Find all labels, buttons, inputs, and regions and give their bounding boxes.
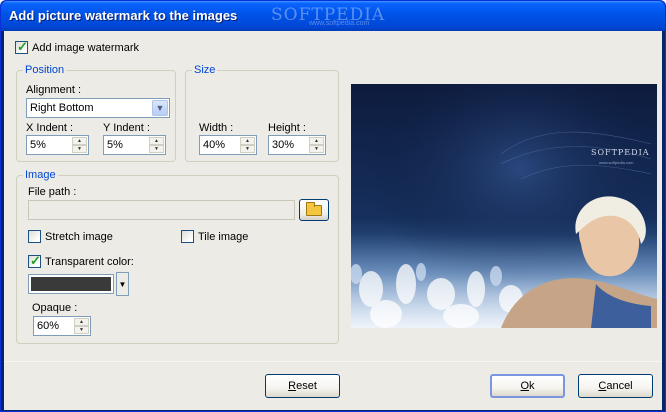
spin-up-icon[interactable]: ▲: [309, 137, 324, 145]
x-indent-spinner[interactable]: 5% ▲ ▼: [26, 135, 89, 155]
transparent-color-label: Transparent color:: [45, 255, 134, 268]
height-value: 30%: [272, 139, 295, 151]
alignment-value: Right Bottom: [30, 102, 94, 114]
dropdown-arrow-icon[interactable]: ▼: [116, 272, 129, 296]
ok-mnemonic: O: [520, 380, 530, 392]
add-watermark-checkbox[interactable]: ✓ Add image watermark: [15, 39, 139, 54]
reset-mnemonic: R: [288, 380, 297, 392]
spin-down-icon[interactable]: ▼: [240, 145, 255, 153]
dropdown-arrow-icon[interactable]: ▼: [152, 100, 168, 116]
window-title: Add picture watermark to the images: [9, 8, 238, 23]
preview-image: SOFTPEDIA www.softpedia.com: [351, 84, 657, 328]
reset-button[interactable]: Reset: [265, 374, 340, 398]
checkbox-box: [181, 230, 194, 243]
y-indent-label: Y Indent :: [103, 122, 150, 134]
x-indent-value: 5%: [30, 139, 46, 151]
position-group: Position Alignment : Right Bottom ▼ X In…: [16, 64, 176, 162]
tile-image-label: Tile image: [198, 230, 249, 243]
checkbox-box: ✓: [15, 39, 28, 54]
spin-up-icon[interactable]: ▲: [72, 137, 87, 145]
spin-down-icon[interactable]: ▼: [149, 145, 164, 153]
transparent-color-checkbox[interactable]: ✓ Transparent color:: [28, 253, 134, 268]
spin-up-icon[interactable]: ▲: [74, 318, 89, 326]
opaque-value: 60%: [37, 320, 60, 332]
width-spinner[interactable]: 40% ▲ ▼: [199, 135, 257, 155]
title-watermark-sub: www.softpedia.com: [309, 20, 370, 27]
alignment-label: Alignment :: [26, 84, 82, 96]
spin-down-icon[interactable]: ▼: [74, 326, 89, 334]
spin-up-icon[interactable]: ▲: [240, 137, 255, 145]
preview-illustration: SOFTPEDIA www.softpedia.com: [351, 84, 657, 328]
ok-rest: k: [529, 380, 535, 392]
preview-watermark-text: SOFTPEDIA: [591, 148, 650, 157]
file-path-input[interactable]: [28, 200, 295, 220]
add-watermark-label: Add image watermark: [32, 41, 139, 54]
folder-icon: [306, 201, 322, 216]
x-indent-label: X Indent :: [26, 122, 74, 134]
cancel-button-label: Cancel: [598, 380, 632, 392]
y-indent-value: 5%: [107, 139, 123, 151]
browse-button[interactable]: [299, 199, 329, 221]
title-bar[interactable]: Add picture watermark to the images SOFT…: [1, 1, 665, 31]
transparent-color-picker[interactable]: [28, 274, 114, 294]
y-indent-spinner[interactable]: 5% ▲ ▼: [103, 135, 166, 155]
position-group-title: Position: [23, 64, 67, 76]
image-group: Image File path : Stretch image Tile ima…: [16, 169, 339, 344]
reset-rest: eset: [296, 380, 317, 392]
cancel-rest: ancel: [606, 380, 633, 392]
tile-image-checkbox[interactable]: Tile image: [181, 230, 248, 243]
check-icon: ✓: [30, 253, 41, 268]
spin-down-icon[interactable]: ▼: [72, 145, 87, 153]
width-value: 40%: [203, 139, 226, 151]
opaque-label: Opaque :: [32, 302, 78, 314]
main-pane: ✓ Add image watermark Position Alignment…: [4, 31, 662, 361]
checkbox-box: [28, 230, 41, 243]
reset-button-label: Reset: [288, 380, 317, 392]
ok-button[interactable]: Ok: [490, 374, 565, 398]
height-label: Height :: [268, 122, 306, 134]
preview-watermark-sub: www.softpedia.com: [599, 160, 634, 165]
spin-up-icon[interactable]: ▲: [149, 137, 164, 145]
size-group-title: Size: [192, 64, 218, 76]
dialog-client: ✓ Add image watermark Position Alignment…: [4, 31, 662, 410]
spin-down-icon[interactable]: ▼: [309, 145, 324, 153]
ok-button-label: Ok: [520, 380, 534, 392]
size-group: Size Width : 40% ▲ ▼ Height : 30% ▲ ▼: [185, 64, 339, 162]
checkbox-box: ✓: [28, 253, 41, 268]
alignment-select[interactable]: Right Bottom ▼: [26, 98, 170, 118]
dialog-footer: Reset Ok Cancel: [4, 361, 662, 410]
stretch-image-checkbox[interactable]: Stretch image: [28, 230, 113, 243]
check-icon: ✓: [17, 39, 28, 54]
cancel-button[interactable]: Cancel: [578, 374, 653, 398]
width-label: Width :: [199, 122, 234, 134]
dialog-window: Add picture watermark to the images SOFT…: [0, 0, 666, 412]
stretch-image-label: Stretch image: [45, 230, 113, 243]
opaque-spinner[interactable]: 60% ▲ ▼: [33, 316, 91, 336]
file-path-label: File path :: [28, 186, 77, 198]
image-group-title: Image: [23, 169, 58, 181]
color-swatch-fill: [31, 277, 111, 291]
height-spinner[interactable]: 30% ▲ ▼: [268, 135, 326, 155]
